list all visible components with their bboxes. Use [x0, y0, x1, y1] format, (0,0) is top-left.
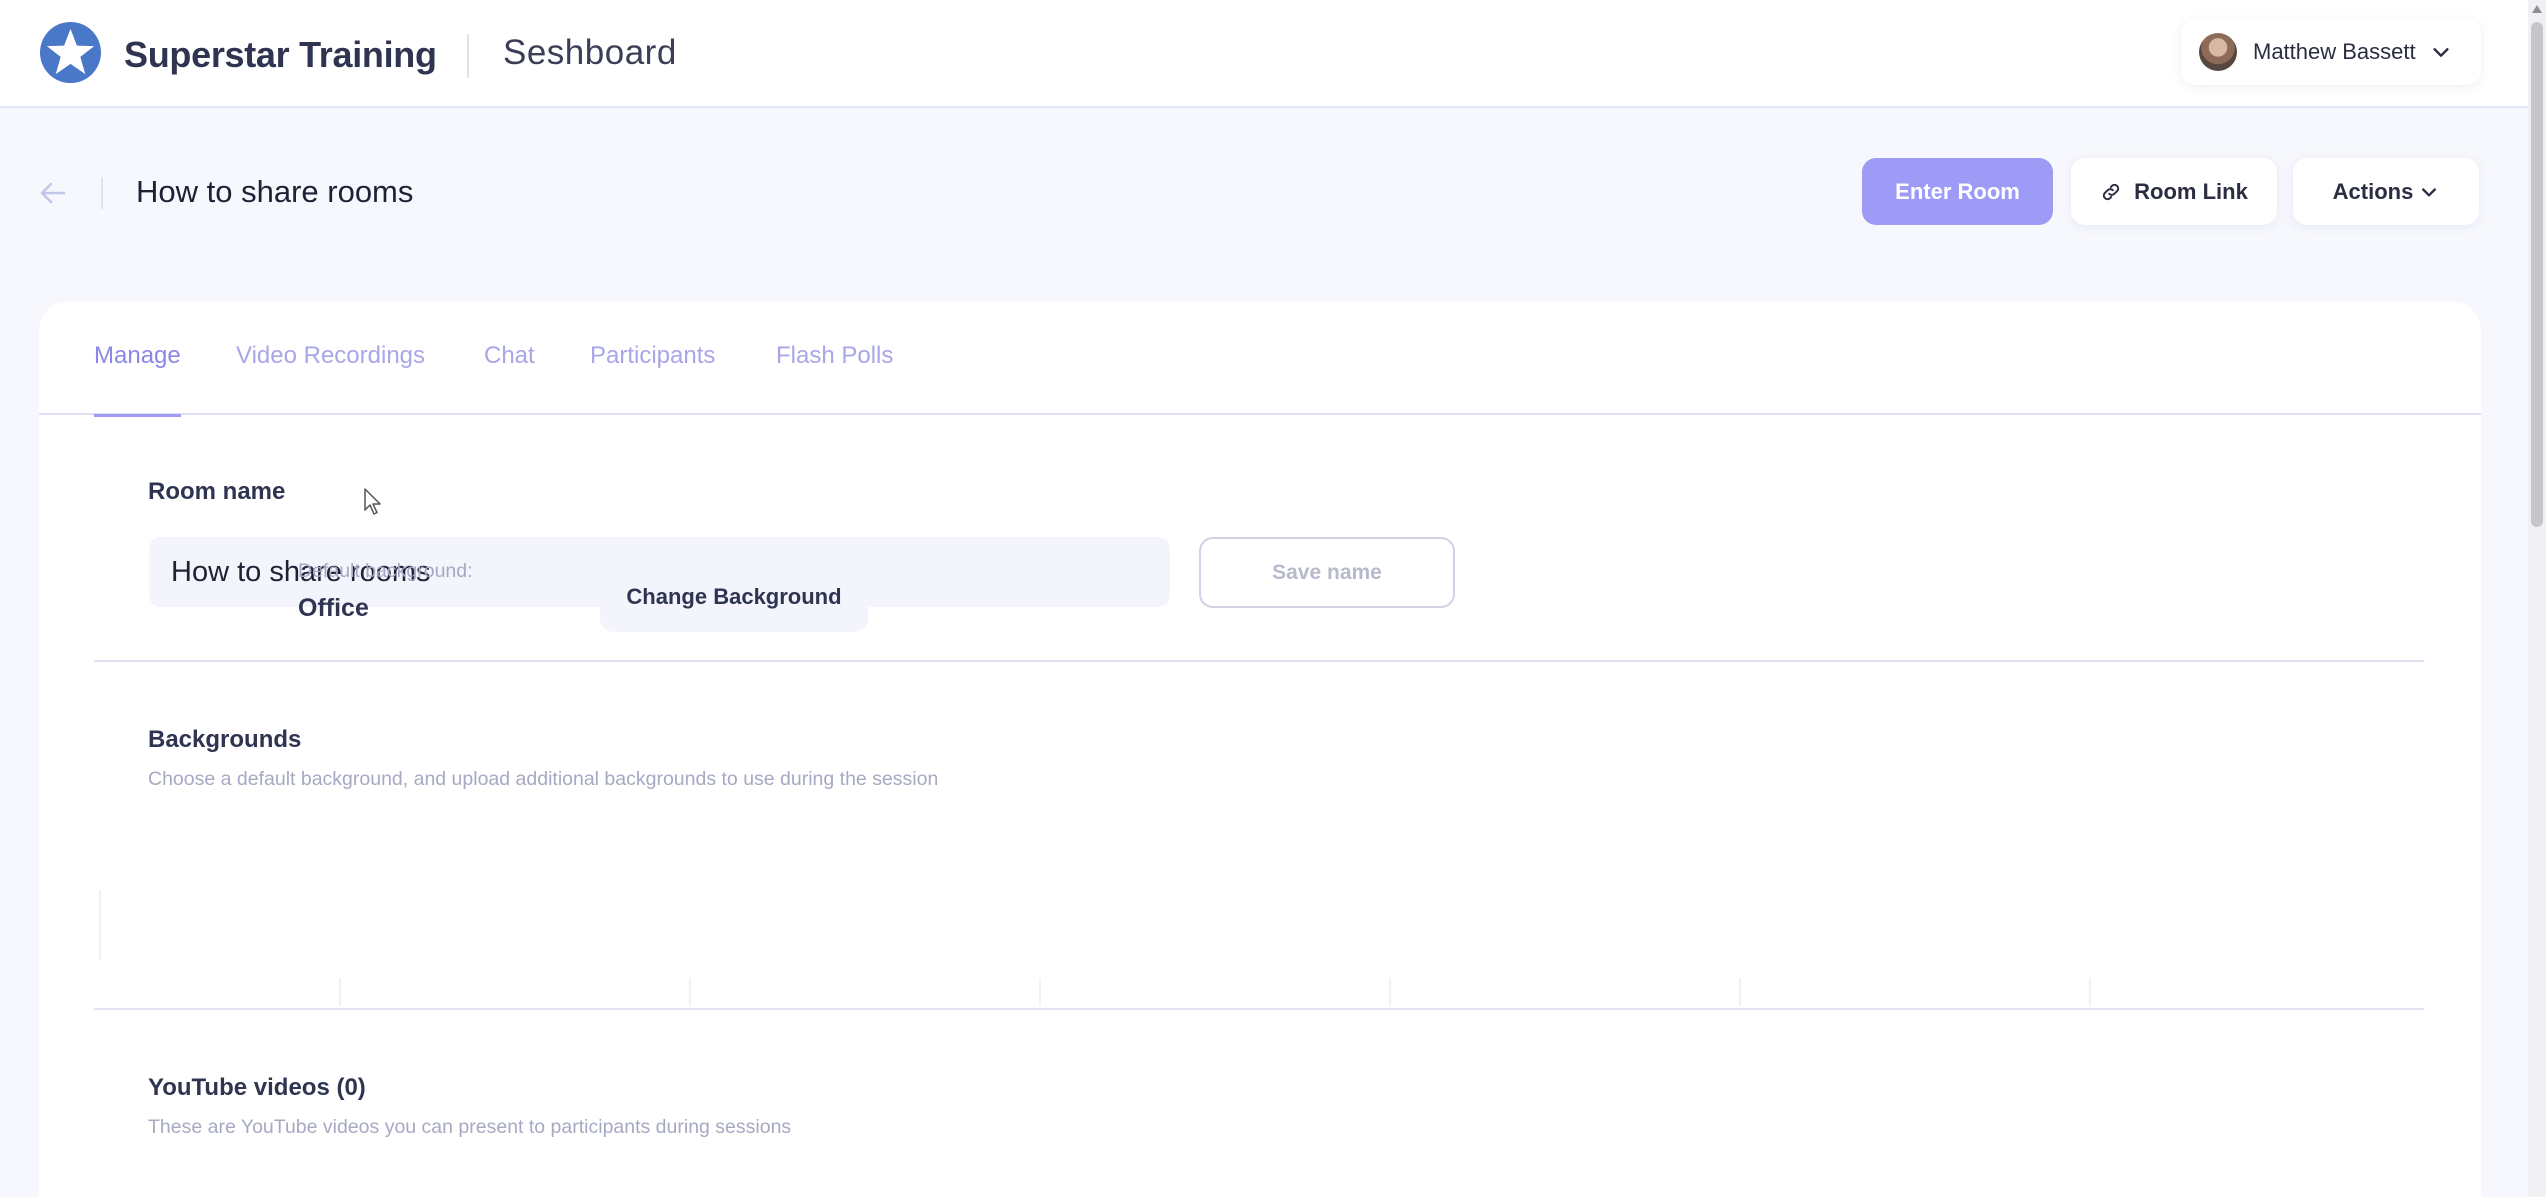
product-name: Seshboard: [503, 33, 677, 72]
room-name-label: Room name: [148, 478, 286, 505]
actions-label: Actions: [2332, 178, 2414, 204]
mouse-cursor-icon: [364, 488, 381, 515]
room-settings-card: Manage Video Recordings Chat Participant…: [39, 302, 2481, 1197]
decorative-line: [99, 890, 101, 960]
page-title: How to share rooms: [136, 174, 414, 209]
tab-chat[interactable]: Chat: [484, 342, 535, 414]
tab-manage[interactable]: Manage: [94, 342, 181, 417]
room-link-button[interactable]: Room Link: [2071, 158, 2277, 225]
user-menu-button[interactable]: Matthew Bassett: [2181, 19, 2481, 85]
brand-name: Superstar Training: [124, 34, 437, 75]
decorative-line: [339, 978, 341, 1006]
back-arrow-icon[interactable]: [36, 176, 70, 210]
tab-flash-polls[interactable]: Flash Polls: [776, 342, 893, 414]
section-divider: [94, 1008, 2424, 1010]
decorative-line: [2089, 978, 2091, 1006]
decorative-line: [1739, 978, 1741, 1006]
title-divider: [101, 177, 103, 209]
scroll-up-arrow-icon[interactable]: [2531, 4, 2543, 14]
enter-room-button[interactable]: Enter Room: [1862, 158, 2053, 225]
decorative-line: [689, 978, 691, 1006]
actions-dropdown-button[interactable]: Actions: [2293, 158, 2479, 225]
chevron-down-icon: [2422, 187, 2437, 196]
youtube-subtitle: These are YouTube videos you can present…: [148, 1116, 792, 1138]
tab-bar: Manage Video Recordings Chat Participant…: [39, 302, 2481, 417]
tab-video-recordings[interactable]: Video Recordings: [236, 342, 425, 414]
link-icon: [2103, 183, 2120, 200]
change-background-button[interactable]: Change Background: [600, 561, 868, 632]
page: Superstar Training Seshboard Matthew Bas…: [0, 0, 2546, 1197]
top-header: Superstar Training Seshboard Matthew Bas…: [0, 0, 2528, 108]
room-link-label: Room Link: [2134, 178, 2248, 204]
youtube-title: YouTube videos (0): [148, 1074, 366, 1101]
section-divider: [94, 660, 2424, 662]
avatar: [2199, 33, 2237, 71]
backgrounds-title: Backgrounds: [148, 726, 302, 753]
header-divider: [467, 34, 469, 78]
decorative-line: [1039, 978, 1041, 1006]
default-background-label: Default background:: [298, 560, 473, 582]
star-logo-icon[interactable]: [39, 21, 102, 84]
default-background-value: Office: [298, 594, 369, 622]
save-name-button[interactable]: Save name: [1199, 537, 1455, 608]
scrollbar-thumb[interactable]: [2531, 22, 2543, 527]
backgrounds-subtitle: Choose a default background, and upload …: [148, 768, 939, 790]
user-name: Matthew Bassett: [2253, 39, 2416, 64]
chevron-down-icon: [2433, 48, 2449, 57]
decorative-line: [1389, 978, 1391, 1006]
tab-participants[interactable]: Participants: [590, 342, 715, 414]
